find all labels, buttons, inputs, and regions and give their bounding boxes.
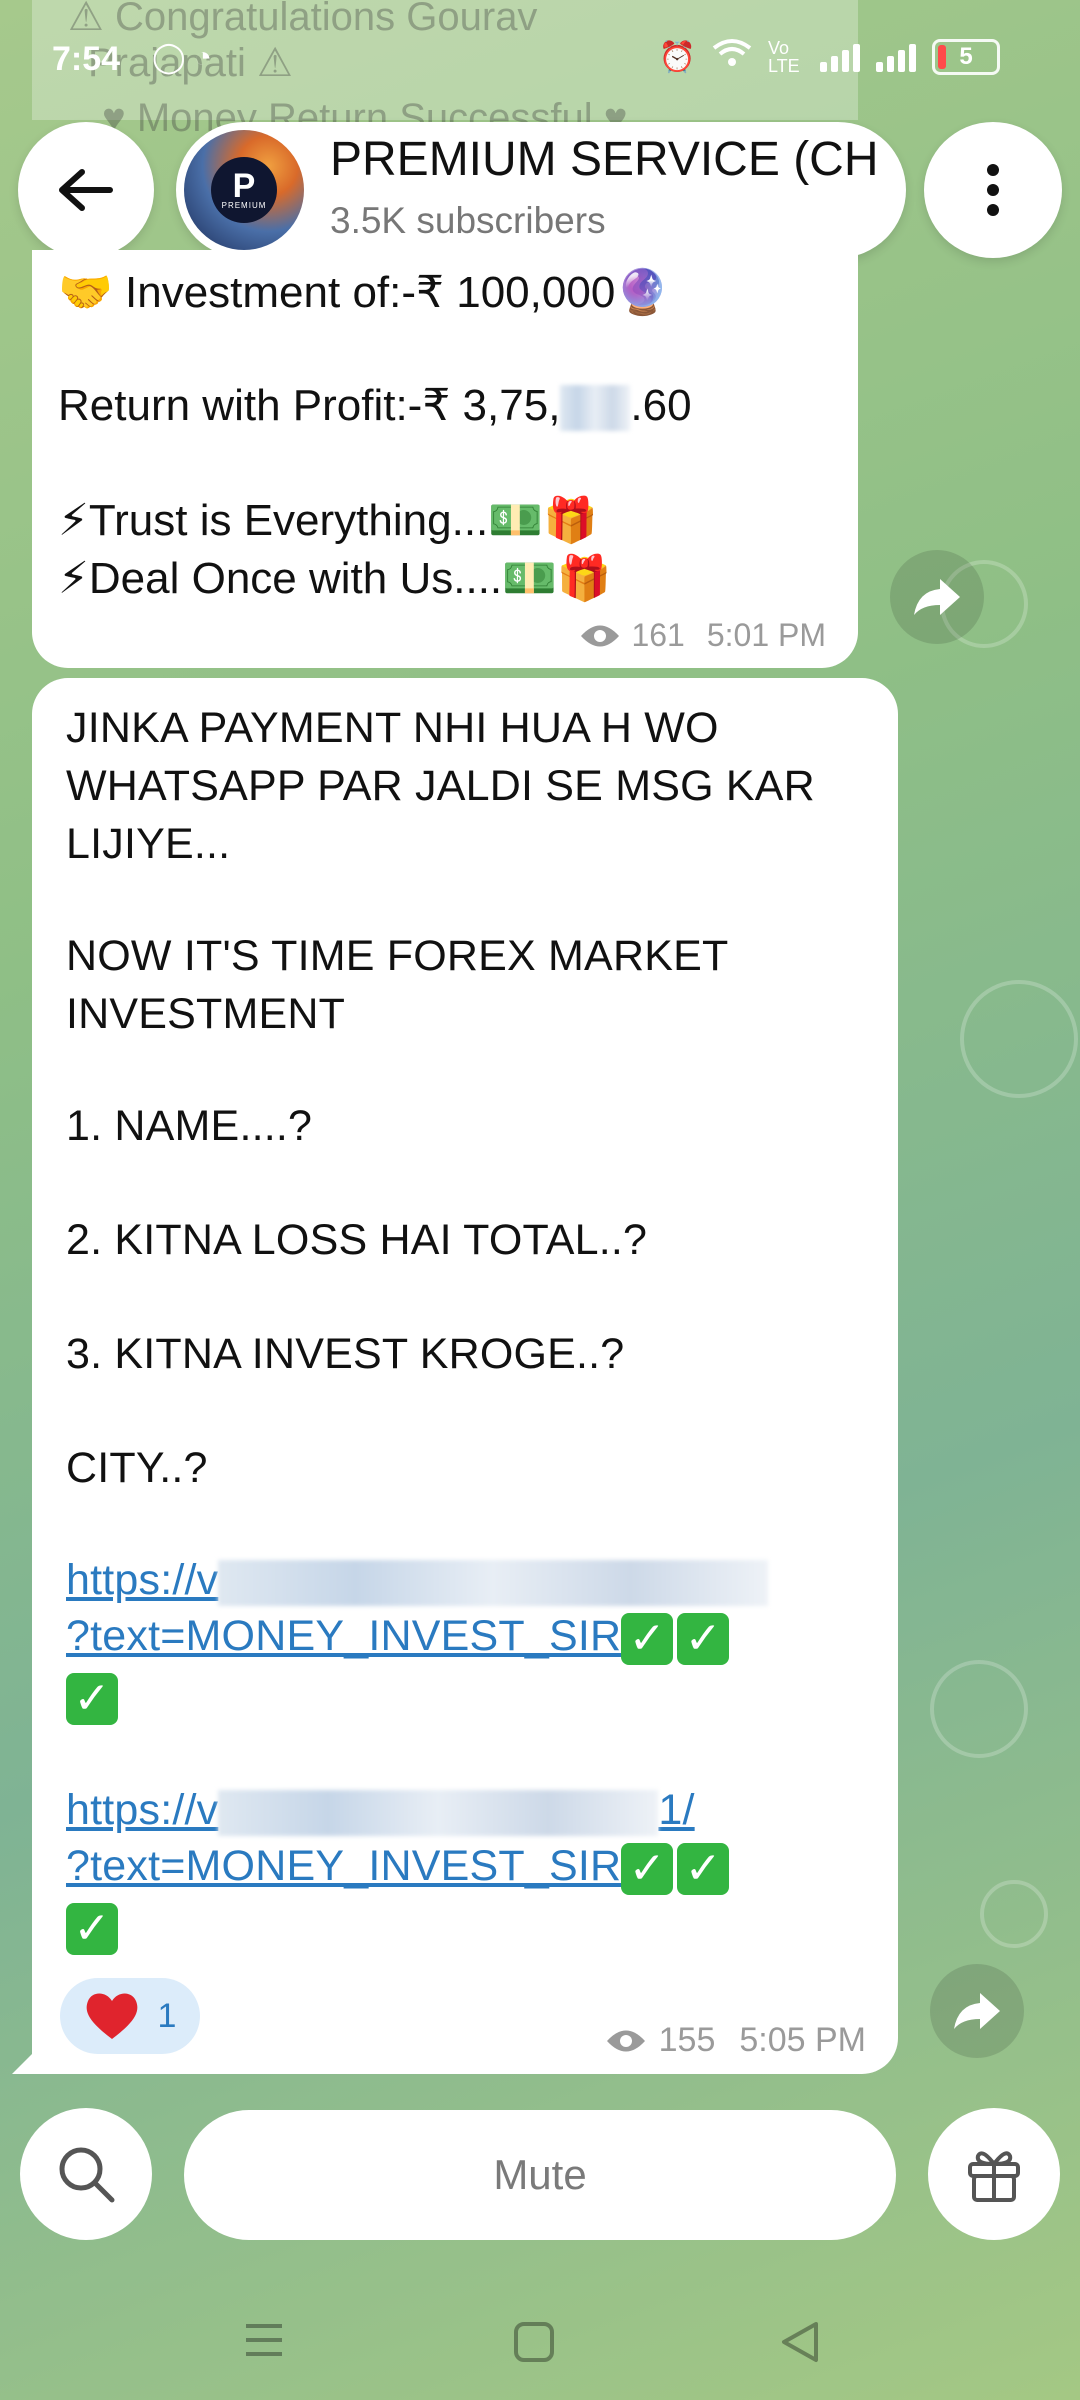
whatsapp-icon: ◯ [152, 41, 186, 74]
message-text: 🤝 Investment of:-₹ 100,000🔮 [58, 268, 671, 317]
message-text: NOW IT'S TIME FOREX MARKET [66, 932, 729, 980]
channel-logo: P PREMIUM [211, 157, 277, 223]
link-text[interactable]: https://v [66, 1556, 218, 1604]
signal-icon-2 [876, 42, 916, 72]
message-text: CITY..? [66, 1444, 208, 1492]
message-text: JINKA PAYMENT NHI HUA H WO [66, 704, 719, 752]
view-count: 155 [658, 2021, 716, 2059]
message-time: 5:01 PM [706, 617, 826, 653]
share-button[interactable] [890, 550, 984, 644]
status-time: 7:54 [52, 40, 121, 78]
check-mark-icon: ✓ [66, 1902, 118, 1955]
logo-letter: P [232, 166, 256, 205]
more-options-button[interactable] [924, 122, 1062, 258]
message-text: ⚡Deal Once with Us....💵🎁 [58, 554, 612, 603]
system-icons: ⏰ Vo LTE 5 [659, 38, 1000, 76]
avatar[interactable]: P PREMIUM [184, 130, 304, 250]
message-text-row: Return with Profit:-₹ 3,75, .60 [58, 380, 692, 432]
battery-level: 5 [959, 43, 973, 70]
back-nav-icon[interactable] [778, 2320, 822, 2364]
status-bar: 7:54 ◯ ◔ ⏰ Vo LTE 5 [0, 0, 1080, 120]
link-text[interactable]: 1/ [658, 1786, 694, 1834]
whatsapp-link-1-query[interactable]: ?text=MONEY_INVEST_SIR ✓ ✓ [66, 1612, 730, 1665]
channel-header[interactable]: P PREMIUM PREMIUM SERVICE (CH 3.5K subsc… [176, 122, 906, 258]
gift-icon [968, 2151, 1020, 2202]
gift-button[interactable] [928, 2108, 1060, 2240]
wifi-icon [712, 38, 752, 76]
home-nav-icon[interactable] [512, 2320, 556, 2364]
subscriber-count: 3.5K subscribers [330, 200, 606, 241]
eye-icon [606, 2030, 645, 2051]
reaction-count: 1 [157, 1996, 177, 2035]
check-mark-icon: ✓ [677, 1842, 730, 1895]
background-doodle [960, 980, 1078, 1098]
mute-button[interactable]: Mute [184, 2110, 896, 2240]
message-text: ⚡Trust is Everything...💵🎁 [58, 496, 598, 545]
check-mark-row: ✓ [66, 1902, 118, 1955]
heart-reaction[interactable]: 1 [60, 1978, 200, 2054]
search-icon [59, 2147, 115, 2203]
message-meta: 161 5:01 PM [579, 617, 826, 654]
signal-icon [820, 42, 860, 72]
message-time: 5:05 PM [739, 2021, 866, 2059]
forward-icon [954, 1993, 1000, 2029]
bubble-tail [12, 2034, 52, 2074]
message-text: 1. NAME....? [66, 1102, 313, 1150]
heart-icon [86, 1993, 137, 2039]
message-bubble[interactable]: 🤝 Investment of:-₹ 100,000🔮 Return with … [32, 250, 858, 668]
back-button[interactable] [18, 122, 154, 258]
message-text: LIJIYE... [66, 820, 231, 868]
alarm-icon: ⏰ [658, 40, 696, 74]
link-text[interactable]: ?text=MONEY_INVEST_SIR [66, 1612, 621, 1660]
message-meta: 155 5:05 PM [605, 2021, 866, 2060]
message-text: 3. KITNA INVEST KROGE..? [66, 1330, 625, 1378]
check-mark-row: ✓ [66, 1672, 118, 1725]
message-text: Return with Profit:-₹ 3,75, [58, 381, 561, 430]
more-vertical-icon [987, 164, 999, 216]
message-text: WHATSAPP PAR JALDI SE MSG KAR [66, 762, 815, 810]
blurred-text [218, 1789, 659, 1836]
app-icon: ◔ [193, 41, 213, 74]
background-doodle [930, 1660, 1028, 1758]
background-doodle [980, 1880, 1048, 1948]
search-button[interactable] [20, 2108, 152, 2240]
channel-title: PREMIUM SERVICE (CH [330, 133, 879, 186]
notification-icons: ◯ ◔ [152, 40, 212, 75]
view-count: 161 [631, 617, 685, 653]
message-text: 2. KITNA LOSS HAI TOTAL..? [66, 1216, 648, 1264]
whatsapp-link-1[interactable]: https://v [66, 1556, 769, 1606]
menu-nav-icon[interactable] [242, 2320, 286, 2360]
whatsapp-link-2[interactable]: https://v 1/ [66, 1786, 695, 1836]
check-mark-icon: ✓ [66, 1672, 118, 1725]
blurred-text [560, 385, 631, 432]
blurred-text [218, 1559, 769, 1606]
check-mark-icon: ✓ [621, 1612, 674, 1665]
battery-icon: 5 [932, 39, 1000, 75]
forward-icon [914, 579, 960, 615]
eye-icon [581, 625, 620, 646]
logo-word: PREMIUM [221, 200, 267, 210]
arrow-left-icon [59, 169, 113, 211]
link-text[interactable]: https://v [66, 1786, 218, 1834]
check-mark-icon: ✓ [677, 1612, 730, 1665]
message-text: INVESTMENT [66, 990, 346, 1038]
message-bubble[interactable]: JINKA PAYMENT NHI HUA H WO WHATSAPP PAR … [12, 678, 898, 2074]
system-navigation-bar [0, 2290, 1080, 2400]
check-mark-icon: ✓ [621, 1842, 674, 1895]
link-text[interactable]: ?text=MONEY_INVEST_SIR [66, 1842, 621, 1890]
whatsapp-link-2-query[interactable]: ?text=MONEY_INVEST_SIR ✓ ✓ [66, 1842, 730, 1895]
network-label: Vo LTE [768, 38, 800, 76]
share-button[interactable] [930, 1964, 1024, 2058]
message-text: .60 [630, 381, 692, 430]
